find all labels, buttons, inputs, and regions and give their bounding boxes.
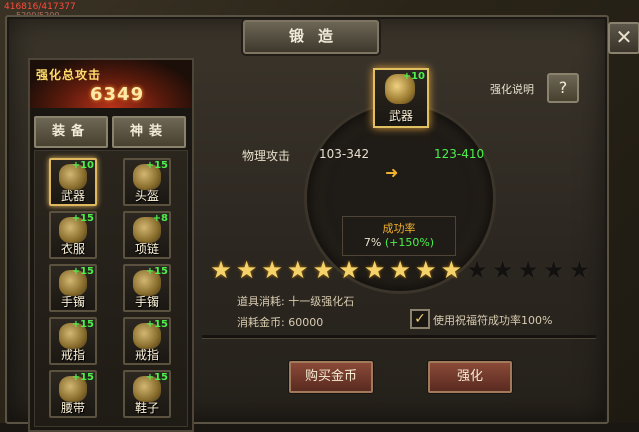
blessing-label: 使用祝福符成功率100% xyxy=(433,314,553,327)
enhance-button[interactable]: 强化 xyxy=(428,361,512,393)
stat-next: 123-410 xyxy=(434,147,485,161)
slot-level: +15 xyxy=(145,372,168,383)
slot-label: 鞋子 xyxy=(134,401,159,415)
slot-level: +15 xyxy=(71,319,94,330)
success-rate-percent: 7% xyxy=(363,236,382,249)
equipment-grid: +10 武器 +15 头盔 +15 衣服 +8 项链 +15 手镯 +15 手镯… xyxy=(34,150,188,427)
star-filled-icon: ★ xyxy=(210,256,232,284)
slot-label: 腰带 xyxy=(60,401,85,415)
slot-level: +15 xyxy=(71,266,94,277)
equipment-panel: 强化总攻击 6349 装备 神装 +10 武器 +15 头盔 +15 衣服 +8… xyxy=(28,58,194,432)
slot-weapon[interactable]: +10 武器 xyxy=(49,158,97,206)
star-empty-icon: ★ xyxy=(466,256,488,284)
slot-level: +15 xyxy=(145,160,168,171)
total-attack-label: 强化总攻击 xyxy=(36,68,102,82)
forge-main: +10 武器 强化说明 ? 物理攻击 103-342 ➜ 123-410 成功率… xyxy=(197,59,602,424)
window-title: 锻造 xyxy=(288,27,347,45)
success-rate-bonus: (+150%) xyxy=(384,236,435,249)
arrow-right-icon: ➜ xyxy=(385,163,399,182)
slot-level: +15 xyxy=(145,319,168,330)
slot-label: 衣服 xyxy=(60,242,85,256)
slot-ring-left[interactable]: +15 戒指 xyxy=(49,317,97,365)
slot-level: +10 xyxy=(71,160,94,171)
total-attack-box: 强化总攻击 6349 xyxy=(30,60,192,108)
slot-helmet[interactable]: +15 头盔 xyxy=(123,158,171,206)
slot-level: +15 xyxy=(145,266,168,277)
star-filled-icon: ★ xyxy=(415,256,437,284)
stat-current: 103-342 xyxy=(319,147,370,161)
item-name: 武器 xyxy=(388,109,413,123)
slot-label: 手镯 xyxy=(60,295,85,309)
slot-label: 武器 xyxy=(60,189,85,203)
slot-armor[interactable]: +15 衣服 xyxy=(49,211,97,259)
slot-necklace[interactable]: +8 项链 xyxy=(123,211,171,259)
slot-label: 戒指 xyxy=(60,348,85,362)
tab-divine-equipment[interactable]: 神装 xyxy=(112,116,186,148)
star-empty-icon: ★ xyxy=(491,256,514,284)
close-icon[interactable]: ✕ xyxy=(608,22,639,54)
slot-boots[interactable]: +15 鞋子 xyxy=(123,370,171,418)
blessing-toggle[interactable]: ✓ 使用祝福符成功率100% xyxy=(410,309,590,329)
star-filled-icon: ★ xyxy=(235,256,258,284)
item-level: +10 xyxy=(402,71,425,82)
tab-equipment[interactable]: 装备 xyxy=(34,116,108,148)
success-rate-label: 成功率 xyxy=(382,222,416,235)
star-empty-icon: ★ xyxy=(543,256,565,284)
star-rating: ★ ★ ★ ★ ★ ★ ★ ★ ★ ★ ★ ★ ★ ★ ★ xyxy=(209,258,594,282)
slot-level: +15 xyxy=(71,213,94,224)
selected-item[interactable]: +10 武器 xyxy=(373,68,429,128)
star-empty-icon: ★ xyxy=(568,256,591,284)
star-filled-icon: ★ xyxy=(261,256,283,284)
star-filled-icon: ★ xyxy=(312,256,335,284)
slot-level: +8 xyxy=(152,213,168,224)
star-filled-icon: ★ xyxy=(287,256,309,284)
slot-label: 头盔 xyxy=(134,189,159,203)
slot-ring-right[interactable]: +15 戒指 xyxy=(123,317,171,365)
slot-level: +15 xyxy=(71,372,94,383)
slot-bracelet-left[interactable]: +15 手镯 xyxy=(49,264,97,312)
buy-gold-button[interactable]: 购买金币 xyxy=(289,361,373,393)
success-rate-box: 成功率 7% (+150%) xyxy=(342,216,456,256)
help-button[interactable]: ? xyxy=(547,73,579,103)
blessing-checkbox[interactable]: ✓ xyxy=(410,309,430,329)
star-filled-icon: ★ xyxy=(389,256,411,284)
slot-label: 项链 xyxy=(134,242,159,256)
star-filled-icon: ★ xyxy=(440,256,463,284)
success-rate-value: 7% (+150%) xyxy=(343,236,455,249)
star-filled-icon: ★ xyxy=(338,256,360,284)
title-plate: 锻造 xyxy=(243,20,379,54)
divider xyxy=(202,335,596,339)
stat-name: 物理攻击 xyxy=(242,149,291,163)
gold-cost: 消耗金币: 60000 xyxy=(237,316,324,329)
material-cost: 道具消耗: 十一级强化石 xyxy=(237,295,355,308)
slot-bracelet-right[interactable]: +15 手镯 xyxy=(123,264,171,312)
slot-belt[interactable]: +15 腰带 xyxy=(49,370,97,418)
star-empty-icon: ★ xyxy=(517,256,539,284)
slot-label: 戒指 xyxy=(134,348,159,362)
help-label: 强化说明 xyxy=(490,83,534,96)
star-filled-icon: ★ xyxy=(363,256,386,284)
slot-label: 手镯 xyxy=(134,295,159,309)
forge-window: 锻造 强化总攻击 6349 装备 神装 +10 武器 +15 头盔 +15 衣服 xyxy=(5,15,609,432)
total-attack-value: 6349 xyxy=(90,84,145,105)
